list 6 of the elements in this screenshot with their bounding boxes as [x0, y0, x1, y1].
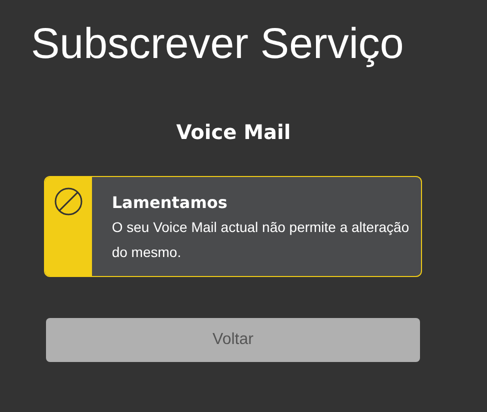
page-title: Subscrever Serviço — [31, 19, 404, 70]
back-button[interactable]: Voltar — [46, 318, 420, 362]
alert-title: Lamentamos — [112, 193, 228, 213]
prohibited-icon — [54, 187, 83, 216]
section-title: Voice Mail — [176, 119, 291, 146]
alert-message: O seu Voice Mail actual não permite a alteração do mesmo. — [112, 218, 410, 262]
